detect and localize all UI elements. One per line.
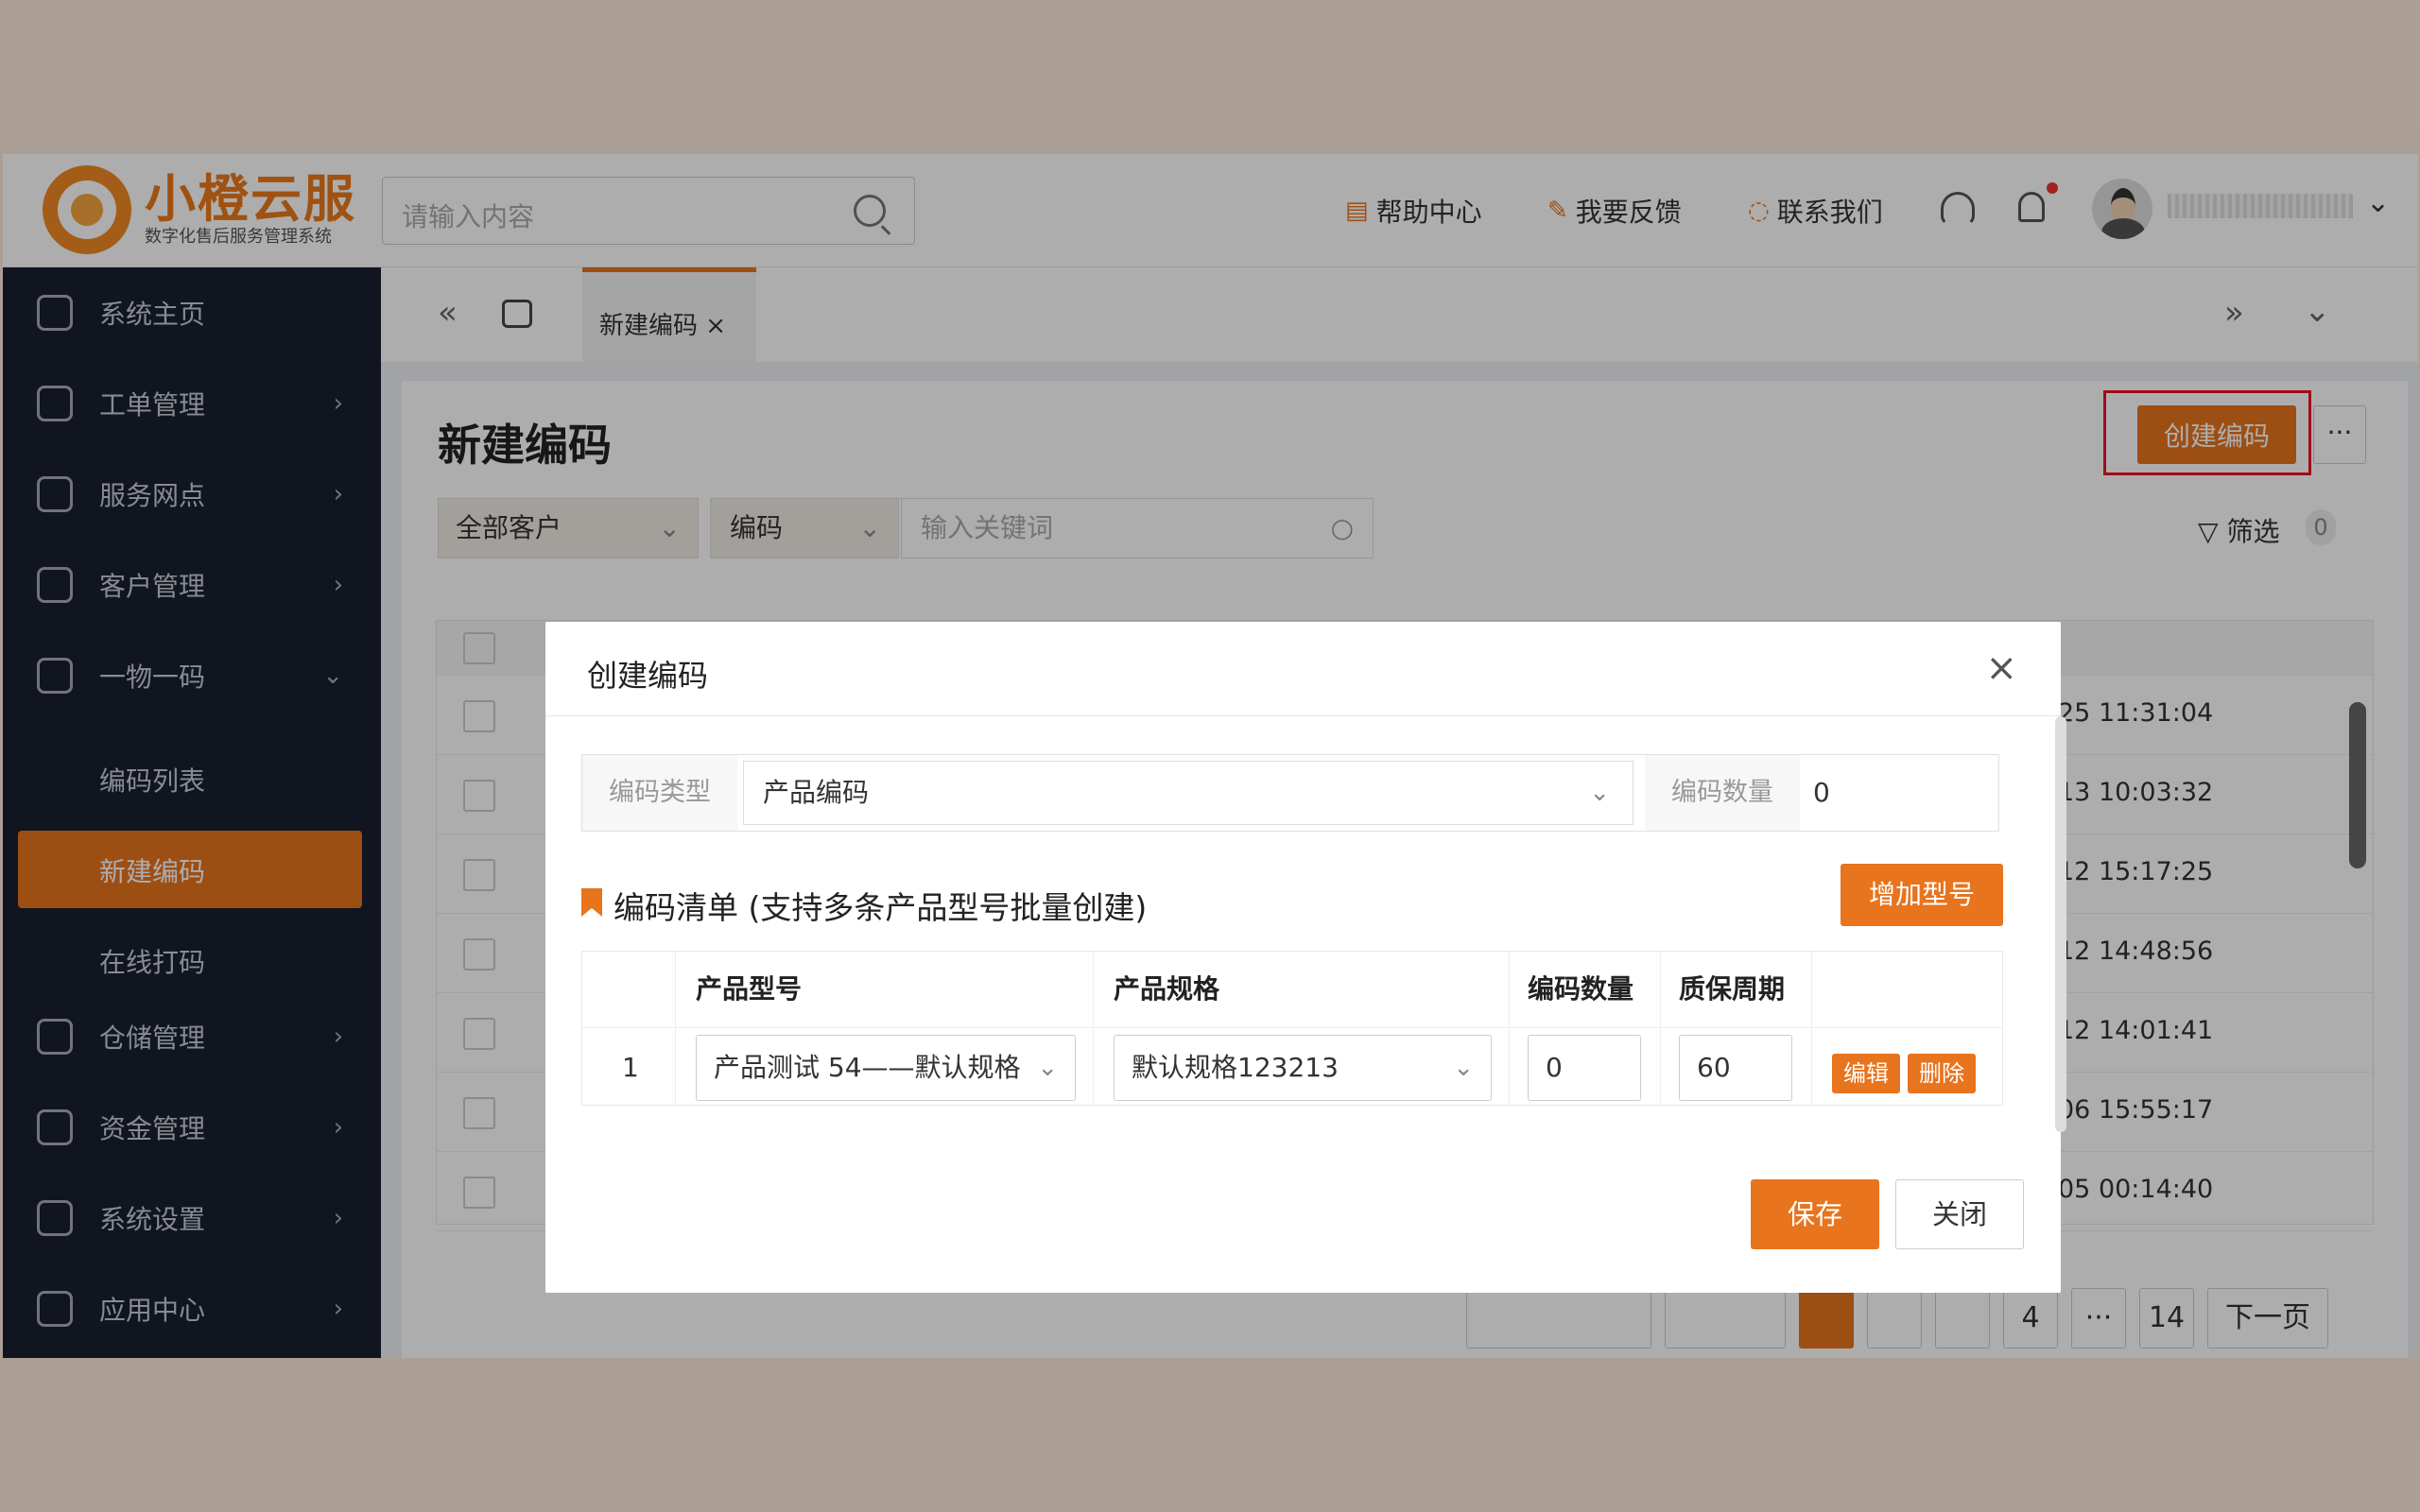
bookmark-icon xyxy=(581,888,602,917)
chevron-down-icon: ⌄ xyxy=(1453,1054,1474,1082)
delete-row-button[interactable]: 删除 xyxy=(1908,1054,1976,1093)
code-list-title: 编码清单 (支持多条产品型号批量创建) xyxy=(614,889,1148,926)
save-button[interactable]: 保存 xyxy=(1751,1179,1879,1249)
code-count-input[interactable]: 0 xyxy=(1802,755,1998,831)
column-header-warranty: 质保周期 xyxy=(1679,973,1786,1005)
chevron-down-icon: ⌄ xyxy=(1037,1054,1058,1082)
spec-select[interactable]: 默认规格123213 ⌄ xyxy=(1114,1035,1492,1101)
row-index: 1 xyxy=(622,1052,639,1083)
row-count-input[interactable]: 0 xyxy=(1528,1035,1641,1101)
add-model-button[interactable]: 增加型号 xyxy=(1841,864,2003,926)
create-code-dialog: 创建编码 × 编码类型 产品编码 ⌄ 编码数量 0 编码清单 (支持多条产品型号批… xyxy=(545,622,2066,1293)
code-count-label: 编码数量 xyxy=(1645,755,1800,831)
dialog-scrollbar[interactable] xyxy=(2055,716,2066,1132)
dialog-header: 创建编码 × xyxy=(545,622,2061,716)
edit-row-button[interactable]: 编辑 xyxy=(1832,1054,1900,1093)
model-select[interactable]: 产品测试 54——默认规格 ⌄ xyxy=(696,1035,1076,1101)
code-type-label: 编码类型 xyxy=(582,755,737,831)
close-icon[interactable]: × xyxy=(1985,646,2017,690)
column-header-model: 产品型号 xyxy=(696,973,803,1005)
code-type-row: 编码类型 产品编码 ⌄ 编码数量 0 xyxy=(581,754,1999,832)
warranty-input[interactable]: 60 xyxy=(1679,1035,1792,1101)
close-button[interactable]: 关闭 xyxy=(1895,1179,2024,1249)
column-header-count: 编码数量 xyxy=(1528,973,1634,1005)
dialog-title: 创建编码 xyxy=(587,658,709,694)
column-header-spec: 产品规格 xyxy=(1114,973,1220,1005)
chevron-down-icon: ⌄ xyxy=(1589,779,1610,807)
code-list-table: 产品型号 产品规格 编码数量 质保周期 1 产品测试 54——默认规格 ⌄ 默认规… xyxy=(581,951,2003,1107)
code-type-select[interactable]: 产品编码 ⌄ xyxy=(743,761,1634,825)
